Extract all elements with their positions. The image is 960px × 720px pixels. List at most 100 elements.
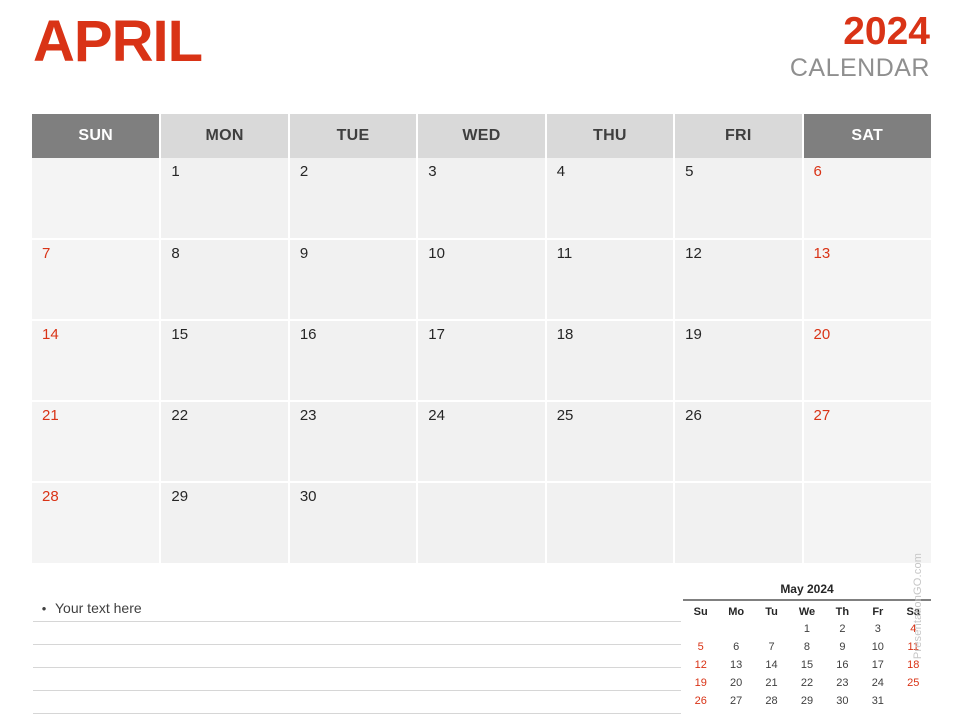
weekday-header-fri: FRI: [674, 114, 804, 158]
day-number: 30: [299, 488, 317, 505]
day-number: 1: [171, 163, 180, 180]
day-cell[interactable]: 22: [160, 401, 290, 483]
day-cell[interactable]: 10: [417, 239, 547, 321]
day-cell[interactable]: 30: [288, 482, 419, 563]
mini-week-row: 19 20 21 22 23 24 25: [683, 674, 931, 692]
day-cell[interactable]: 3: [417, 158, 547, 240]
mini-day-cell[interactable]: 8: [789, 638, 824, 656]
day-number: 20: [813, 326, 831, 343]
day-number: 13: [813, 245, 831, 262]
mini-calendar: May 2024 Su Mo Tu We Th Fr Sa 1 2 3 4 5 6 7 8 9 10 11 12 1…: [683, 582, 931, 710]
day-cell[interactable]: 11: [545, 239, 676, 321]
mini-day-cell[interactable]: 16: [825, 656, 860, 674]
day-cell[interactable]: 25: [545, 401, 676, 483]
day-cell[interactable]: [545, 482, 676, 563]
day-cell[interactable]: 5: [674, 158, 804, 240]
mini-day-cell[interactable]: 26: [683, 692, 718, 710]
day-cell[interactable]: 9: [288, 239, 419, 321]
day-cell[interactable]: 7: [32, 239, 162, 321]
day-cell[interactable]: 24: [417, 401, 547, 483]
mini-day-cell[interactable]: 13: [718, 656, 753, 674]
mini-week-row: 26 27 28 29 30 31: [683, 692, 931, 710]
mini-day-cell[interactable]: 3: [860, 620, 895, 638]
mini-day-cell[interactable]: 31: [860, 692, 895, 710]
bullet-icon: •: [41, 601, 47, 616]
day-cell[interactable]: 21: [32, 401, 162, 483]
mini-week-row: 1234: [683, 620, 931, 638]
day-cell[interactable]: 1: [160, 158, 290, 240]
day-cell[interactable]: 16: [288, 320, 419, 402]
day-number: 28: [42, 488, 59, 505]
note-line-filled[interactable]: • Your text here: [33, 600, 681, 622]
note-line-blank[interactable]: [33, 668, 681, 691]
mini-day-cell[interactable]: 20: [718, 674, 753, 692]
mini-day-cell[interactable]: [718, 620, 753, 638]
note-text[interactable]: Your text here: [55, 600, 142, 617]
day-cell[interactable]: 17: [417, 320, 547, 402]
mini-day-cell[interactable]: 28: [754, 692, 789, 710]
mini-day-cell[interactable]: 6: [718, 638, 753, 656]
day-cell[interactable]: 15: [160, 320, 290, 402]
day-number: 14: [42, 326, 59, 343]
mini-day-cell[interactable]: 10: [860, 638, 895, 656]
day-number: 22: [171, 407, 189, 424]
mini-day-cell[interactable]: 15: [789, 656, 824, 674]
day-number: 24: [428, 407, 445, 424]
mini-day-cell[interactable]: 29: [789, 692, 824, 710]
mini-day-cell[interactable]: 12: [683, 656, 718, 674]
mini-day-cell[interactable]: 1: [789, 620, 824, 638]
day-cell[interactable]: 29: [160, 482, 290, 563]
mini-weekday-header-su: Su: [693, 606, 708, 618]
mini-day-cell[interactable]: [896, 692, 931, 710]
day-cell[interactable]: 12: [674, 239, 804, 321]
day-cell[interactable]: 13: [802, 239, 931, 321]
day-cell[interactable]: [32, 158, 162, 240]
week-row: 1 2 3 4 5 6: [32, 158, 931, 240]
day-cell[interactable]: 18: [545, 320, 676, 402]
week-row: 7 8 9 10 11 12 13: [32, 239, 931, 321]
day-cell[interactable]: 27: [802, 401, 931, 483]
mini-day-cell[interactable]: [754, 620, 789, 638]
day-cell[interactable]: 4: [545, 158, 676, 240]
page-title: APRIL: [33, 9, 203, 74]
day-cell[interactable]: [674, 482, 804, 563]
day-cell[interactable]: 26: [674, 401, 804, 483]
day-cell[interactable]: 2: [288, 158, 419, 240]
day-cell[interactable]: [417, 482, 547, 563]
mini-day-cell[interactable]: [683, 620, 718, 638]
mini-calendar-grid: Su Mo Tu We Th Fr Sa 1 2 3 4 5 6 7 8 9 10 11 12 13 14 15 16 17…: [683, 603, 931, 710]
note-line-blank[interactable]: [33, 691, 681, 714]
day-number: 25: [556, 407, 574, 424]
mini-day-cell[interactable]: 24: [860, 674, 895, 692]
day-cell[interactable]: 8: [160, 239, 290, 321]
mini-day-cell[interactable]: 21: [754, 674, 789, 692]
day-cell[interactable]: 6: [802, 158, 931, 240]
mini-day-cell[interactable]: 22: [789, 674, 824, 692]
day-cell[interactable]: 14: [32, 320, 162, 402]
note-line-blank[interactable]: [33, 622, 681, 645]
day-number: 2: [299, 163, 309, 180]
mini-day-cell[interactable]: 23: [825, 674, 860, 692]
mini-day-cell[interactable]: 5: [683, 638, 718, 656]
day-number: 29: [171, 488, 189, 505]
mini-day-cell[interactable]: 30: [825, 692, 860, 710]
day-number: 17: [428, 326, 445, 343]
day-cell[interactable]: 19: [674, 320, 804, 402]
day-number: 23: [299, 407, 317, 424]
mini-day-cell[interactable]: 19: [683, 674, 718, 692]
notes-area[interactable]: • Your text here: [33, 600, 681, 714]
weekday-header-wed: WED: [417, 114, 547, 158]
mini-day-cell[interactable]: 17: [860, 656, 895, 674]
mini-week-row: 12 13 14 15 16 17 18: [683, 656, 931, 674]
day-cell[interactable]: 20: [802, 320, 931, 402]
mini-weekday-header-fr: Fr: [872, 606, 884, 618]
day-cell[interactable]: 28: [32, 482, 162, 563]
mini-day-cell[interactable]: 14: [754, 656, 789, 674]
mini-day-cell[interactable]: 9: [825, 638, 860, 656]
note-line-blank[interactable]: [33, 645, 681, 668]
day-cell[interactable]: 23: [288, 401, 419, 483]
mini-day-cell[interactable]: 2: [825, 620, 860, 638]
day-number: 12: [685, 245, 702, 262]
mini-day-cell[interactable]: 27: [718, 692, 753, 710]
mini-day-cell[interactable]: 7: [754, 638, 789, 656]
